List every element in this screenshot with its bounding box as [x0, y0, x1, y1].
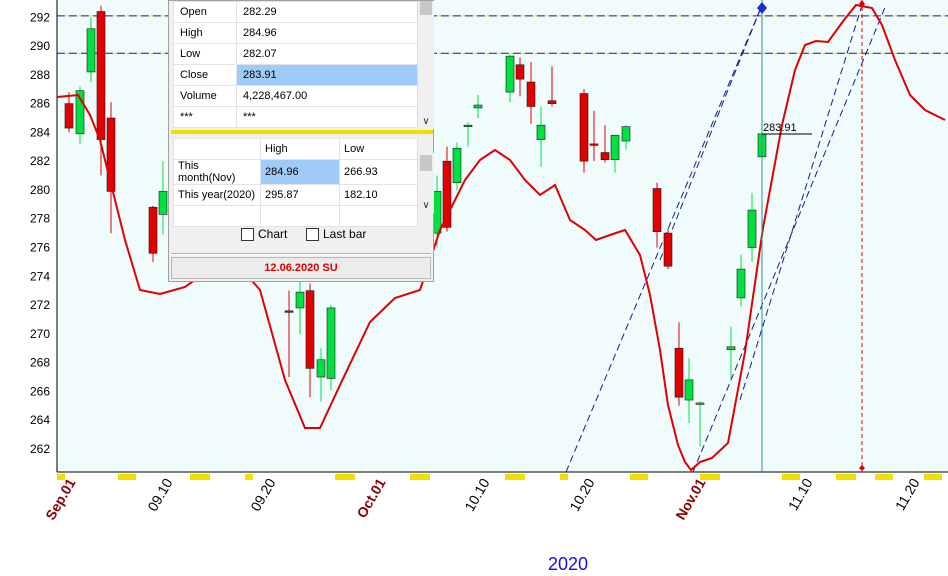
x-axis-marker: [875, 474, 893, 480]
candle-body: [579, 93, 589, 162]
info-panel[interactable]: Open 282.29 High 284.96 Low 282.07 Close 283…: [168, 0, 434, 282]
y-tick-label: 262: [30, 442, 50, 456]
candle-body: [621, 126, 631, 142]
candle-body: [515, 64, 525, 80]
y-tick-label: 276: [30, 241, 50, 255]
last-bar-checkbox[interactable]: Last bar: [306, 227, 366, 241]
x-axis-marker: [410, 474, 430, 480]
scroll-thumb[interactable]: [420, 1, 432, 15]
chart-checkbox[interactable]: Chart: [241, 227, 287, 241]
x-tick-label: 10.10: [461, 475, 492, 514]
table-row[interactable]: Close 283.91: [173, 64, 418, 86]
y-tick-label: 268: [30, 356, 50, 370]
candle-body: [726, 346, 736, 350]
table-row[interactable]: This month(Nov) 284.96 266.93: [173, 159, 418, 185]
candle-body: [86, 28, 96, 73]
y-tick-label: 292: [30, 10, 50, 24]
candle-body: [158, 191, 168, 215]
x-tick-label: 09.10: [144, 475, 175, 514]
last-price-label: 283.91: [763, 122, 797, 134]
y-tick-label: 284: [30, 125, 50, 139]
candle-body: [505, 55, 515, 93]
candle-body: [148, 206, 158, 254]
x-tick-label: Nov.01: [672, 475, 708, 522]
candle-body: [547, 100, 557, 104]
x-axis-marker: [190, 474, 210, 480]
y-axis: 262 264 266 268 270 272 274 276 278 280 282 284 286 2…: [30, 0, 58, 472]
y-tick-label: 270: [30, 327, 50, 341]
x-tick-label: Oct.01: [353, 475, 388, 520]
year-label: 2020: [548, 554, 589, 574]
date-status: 12.06.2020 SU: [171, 257, 431, 279]
candle-body: [305, 290, 315, 369]
candle-body: [526, 81, 536, 107]
ohlc-table: Open 282.29 High 284.96 Low 282.07 Close 283…: [173, 1, 418, 128]
candle-body: [64, 103, 74, 129]
candle-body: [674, 347, 684, 398]
y-tick-label: 272: [30, 298, 50, 312]
x-axis-marker: [335, 474, 355, 480]
x-axis-marker: [782, 474, 800, 480]
candle-body: [295, 291, 305, 309]
x-axis-marker: [836, 474, 856, 480]
price-chart[interactable]: 262 264 266 268 270 272 274 276 278 280 282 284 286 2…: [0, 0, 948, 576]
x-axis-marker: [700, 474, 720, 480]
y-tick-label: 280: [30, 183, 50, 197]
x-axis-labels: Sep.01 09.10 09.20 Oct.01 10.10 10.20 Nov.01 11…: [42, 475, 923, 522]
candle-body: [589, 143, 599, 146]
splitter-bar[interactable]: [171, 130, 433, 134]
candle-body: [652, 188, 662, 232]
y-tick-label: 282: [30, 154, 50, 168]
table-row[interactable]: Open 282.29: [173, 1, 418, 23]
candle-body: [610, 134, 620, 161]
x-tick-label: 10.20: [566, 475, 597, 514]
y-tick-label: 266: [30, 384, 50, 398]
table-row[interactable]: Low 282.07: [173, 43, 418, 65]
x-axis-marker: [245, 474, 253, 480]
scroll-down-icon[interactable]: ∨: [418, 199, 434, 213]
table-row[interactable]: This year(2020) 295.87 182.10: [173, 184, 418, 206]
y-tick-label: 290: [30, 39, 50, 53]
x-axis-marker: [505, 474, 525, 480]
ohlc-scrollbar[interactable]: ∨: [417, 1, 434, 129]
y-tick-label: 274: [30, 269, 50, 283]
table-row: High Low: [173, 138, 418, 160]
candle-body: [695, 402, 705, 405]
table-row[interactable]: Volume 4,228,467.00: [173, 85, 418, 107]
range-table: High Low This month(Nov) 284.96 266.93 T…: [173, 138, 418, 227]
candle-body: [663, 232, 673, 267]
candle-body: [452, 147, 462, 184]
checkbox-icon[interactable]: [306, 227, 319, 241]
candle-body: [473, 104, 483, 109]
checkbox-icon[interactable]: [241, 227, 254, 241]
table-row[interactable]: High 284.96: [173, 22, 418, 44]
candle-body: [600, 152, 610, 161]
x-axis-marker: [630, 474, 648, 480]
x-tick-label: Sep.01: [42, 475, 79, 522]
candle-body: [284, 310, 294, 313]
candle-body: [736, 268, 746, 299]
candle-body: [316, 359, 326, 378]
y-tick-label: 278: [30, 212, 50, 226]
y-tick-label: 286: [30, 97, 50, 111]
table-row[interactable]: *** ***: [173, 106, 418, 128]
x-axis-marker: [560, 474, 568, 480]
candle-body: [463, 124, 473, 127]
scroll-thumb[interactable]: [420, 155, 432, 171]
y-tick-label: 288: [30, 68, 50, 82]
divider: [171, 253, 431, 255]
candle-body: [747, 209, 757, 248]
candle-body: [432, 191, 442, 234]
y-tick-label: 264: [30, 413, 50, 427]
candle-body: [326, 307, 336, 379]
candle-body: [96, 11, 106, 140]
scroll-down-icon[interactable]: ∨: [418, 115, 434, 129]
x-axis-marker: [118, 474, 136, 480]
x-axis: [57, 471, 948, 481]
x-tick-label: 09.20: [247, 475, 278, 514]
candle-body: [684, 379, 694, 401]
x-axis-marker: [924, 474, 942, 480]
candle-body: [536, 124, 546, 140]
range-scrollbar[interactable]: ∨: [417, 153, 434, 213]
